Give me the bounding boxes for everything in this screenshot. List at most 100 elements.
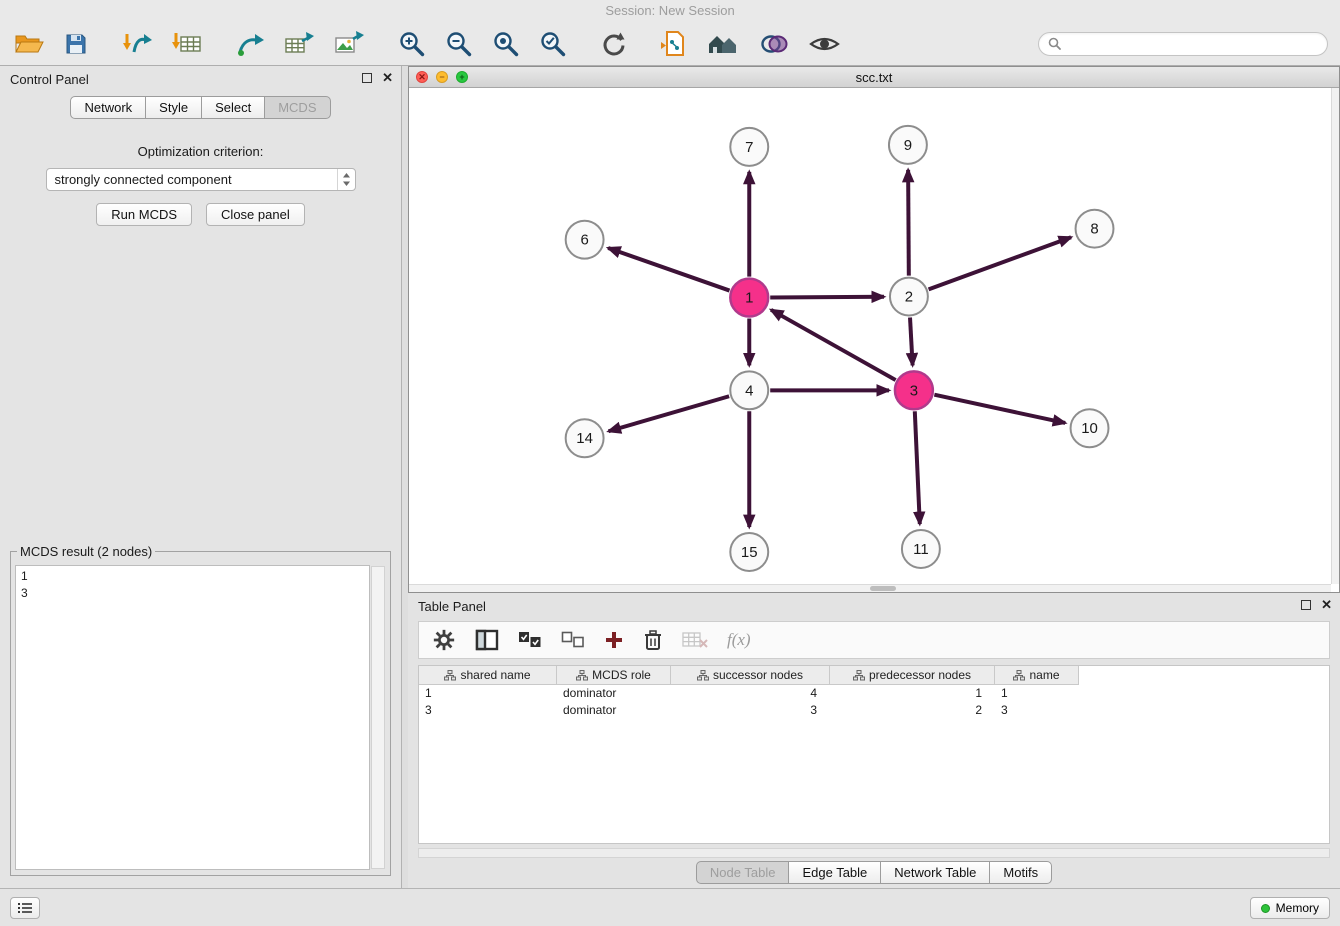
tab-network-table[interactable]: Network Table	[880, 861, 990, 884]
close-panel-button[interactable]: Close panel	[206, 203, 305, 226]
graph-node-14[interactable]: 14	[566, 419, 604, 457]
network-graph[interactable]: 7 9 6 8 1 2 4 3 14 10 15 11	[409, 88, 1331, 584]
zoom-in-button[interactable]	[396, 28, 427, 59]
cell-mcds_role[interactable]: dominator	[557, 685, 671, 702]
tab-node-table[interactable]: Node Table	[696, 861, 790, 884]
graph-node-8[interactable]: 8	[1076, 210, 1114, 248]
graph-edge-2-3[interactable]	[910, 318, 913, 366]
close-table-panel-icon[interactable]: ✕	[1321, 599, 1332, 611]
table-row[interactable]: 1dominator411	[419, 685, 1329, 702]
network-horizontal-scrollbar[interactable]	[409, 584, 1331, 592]
graph-edge-4-14[interactable]	[609, 396, 730, 431]
cell-shared_name[interactable]: 3	[419, 702, 557, 719]
import-network-button[interactable]	[120, 29, 154, 59]
graph-node-7[interactable]: 7	[730, 128, 768, 166]
column-header-predecessor-nodes[interactable]: predecessor nodes	[830, 666, 995, 685]
deselect-all-rows-button[interactable]	[560, 630, 586, 650]
tab-edge-table[interactable]: Edge Table	[788, 861, 881, 884]
window-zoom-button[interactable]: +	[456, 71, 468, 83]
delete-table-button[interactable]	[681, 630, 709, 650]
save-session-button[interactable]	[62, 30, 90, 58]
tab-style[interactable]: Style	[145, 96, 202, 119]
show-hide-button[interactable]	[807, 31, 842, 57]
cell-mcds_role[interactable]: dominator	[557, 702, 671, 719]
export-image-button[interactable]	[332, 29, 366, 59]
copy-style-button[interactable]	[658, 28, 689, 59]
graph-edge-2-8[interactable]	[929, 237, 1071, 289]
run-mcds-button[interactable]: Run MCDS	[96, 203, 192, 226]
network-window-titlebar[interactable]: ✕ − + scc.txt	[409, 67, 1339, 88]
graph-edge-1-2[interactable]	[770, 297, 884, 298]
home-networks-button[interactable]	[705, 30, 741, 58]
delete-column-button[interactable]	[642, 628, 664, 652]
graph-edge-3-11[interactable]	[915, 411, 920, 524]
zoom-selected-button[interactable]	[537, 28, 568, 59]
window-close-button[interactable]: ✕	[416, 71, 428, 83]
task-history-button[interactable]	[10, 897, 40, 919]
table-row[interactable]: 3dominator323	[419, 702, 1329, 719]
scrollbar-thumb[interactable]	[870, 586, 896, 591]
cell-name[interactable]: 3	[995, 702, 1079, 719]
cell-shared_name[interactable]: 1	[419, 685, 557, 702]
tab-mcds[interactable]: MCDS	[264, 96, 330, 119]
show-column-panel-button[interactable]	[474, 628, 500, 652]
column-header-shared-name[interactable]: shared name	[419, 666, 557, 685]
svg-text:11: 11	[913, 541, 929, 558]
select-all-rows-button[interactable]	[517, 630, 543, 650]
create-column-button[interactable]	[603, 629, 625, 651]
graph-edge-3-10[interactable]	[934, 395, 1065, 423]
graph-node-15[interactable]: 15	[730, 533, 768, 571]
search-box[interactable]	[1038, 32, 1328, 56]
cell-predecessor_nodes[interactable]: 2	[830, 702, 995, 719]
float-table-panel-icon[interactable]	[1301, 600, 1311, 610]
network-vertical-scrollbar[interactable]	[1331, 88, 1339, 584]
refresh-icon	[600, 31, 626, 57]
graph-node-11[interactable]: 11	[902, 530, 940, 568]
network-canvas[interactable]: 7 9 6 8 1 2 4 3 14 10 15 11	[409, 88, 1331, 584]
cell-name[interactable]: 1	[995, 685, 1079, 702]
graph-node-6[interactable]: 6	[566, 221, 604, 259]
export-table-button[interactable]	[282, 29, 316, 59]
graph-edge-1-6[interactable]	[608, 248, 729, 291]
window-minimize-button[interactable]: −	[436, 71, 448, 83]
cell-successor_nodes[interactable]: 4	[671, 685, 830, 702]
memory-button[interactable]: Memory	[1250, 897, 1330, 919]
graph-node-2[interactable]: 2	[890, 278, 928, 316]
zoom-out-button[interactable]	[443, 28, 474, 59]
graph-edge-3-1[interactable]	[771, 310, 896, 380]
graph-node-9[interactable]: 9	[889, 126, 927, 164]
mcds-result-scrollbar[interactable]	[371, 566, 385, 869]
table-horizontal-scrollbar[interactable]	[418, 848, 1330, 858]
cell-successor_nodes[interactable]: 3	[671, 702, 830, 719]
graph-node-3[interactable]: 3	[895, 371, 933, 409]
column-header-name[interactable]: name	[995, 666, 1079, 685]
export-network-button[interactable]	[234, 29, 266, 59]
graph-node-10[interactable]: 10	[1071, 409, 1109, 447]
zoom-fit-button[interactable]	[490, 28, 521, 59]
close-panel-icon[interactable]: ✕	[382, 72, 393, 84]
control-panel: Control Panel ✕ Network Style Select MCD…	[0, 66, 402, 888]
mcds-result-line: 1	[21, 568, 364, 585]
function-builder-button[interactable]: f(x)	[726, 629, 752, 651]
column-header-mcds-role[interactable]: MCDS role	[557, 666, 671, 685]
table-settings-button[interactable]	[431, 627, 457, 653]
application-window: Session: New Session	[0, 0, 1340, 926]
graph-node-4[interactable]: 4	[730, 371, 768, 409]
tab-network[interactable]: Network	[70, 96, 146, 119]
svg-text:1: 1	[745, 290, 753, 307]
search-input[interactable]	[1066, 36, 1318, 51]
refresh-view-button[interactable]	[598, 29, 628, 59]
column-header-successor-nodes[interactable]: successor nodes	[671, 666, 830, 685]
open-session-button[interactable]	[12, 30, 46, 58]
graph-edge-2-9[interactable]	[908, 170, 909, 276]
apply-style-button[interactable]	[757, 30, 791, 58]
cell-predecessor_nodes[interactable]: 1	[830, 685, 995, 702]
float-panel-icon[interactable]	[362, 73, 372, 83]
tab-select[interactable]: Select	[201, 96, 265, 119]
tab-motifs[interactable]: Motifs	[989, 861, 1052, 884]
graph-node-1[interactable]: 1	[730, 279, 768, 317]
import-table-button[interactable]	[170, 29, 204, 59]
mcds-result-list[interactable]: 13	[15, 565, 370, 870]
list-icon	[17, 902, 33, 914]
criterion-dropdown[interactable]: strongly connected component	[46, 168, 356, 191]
